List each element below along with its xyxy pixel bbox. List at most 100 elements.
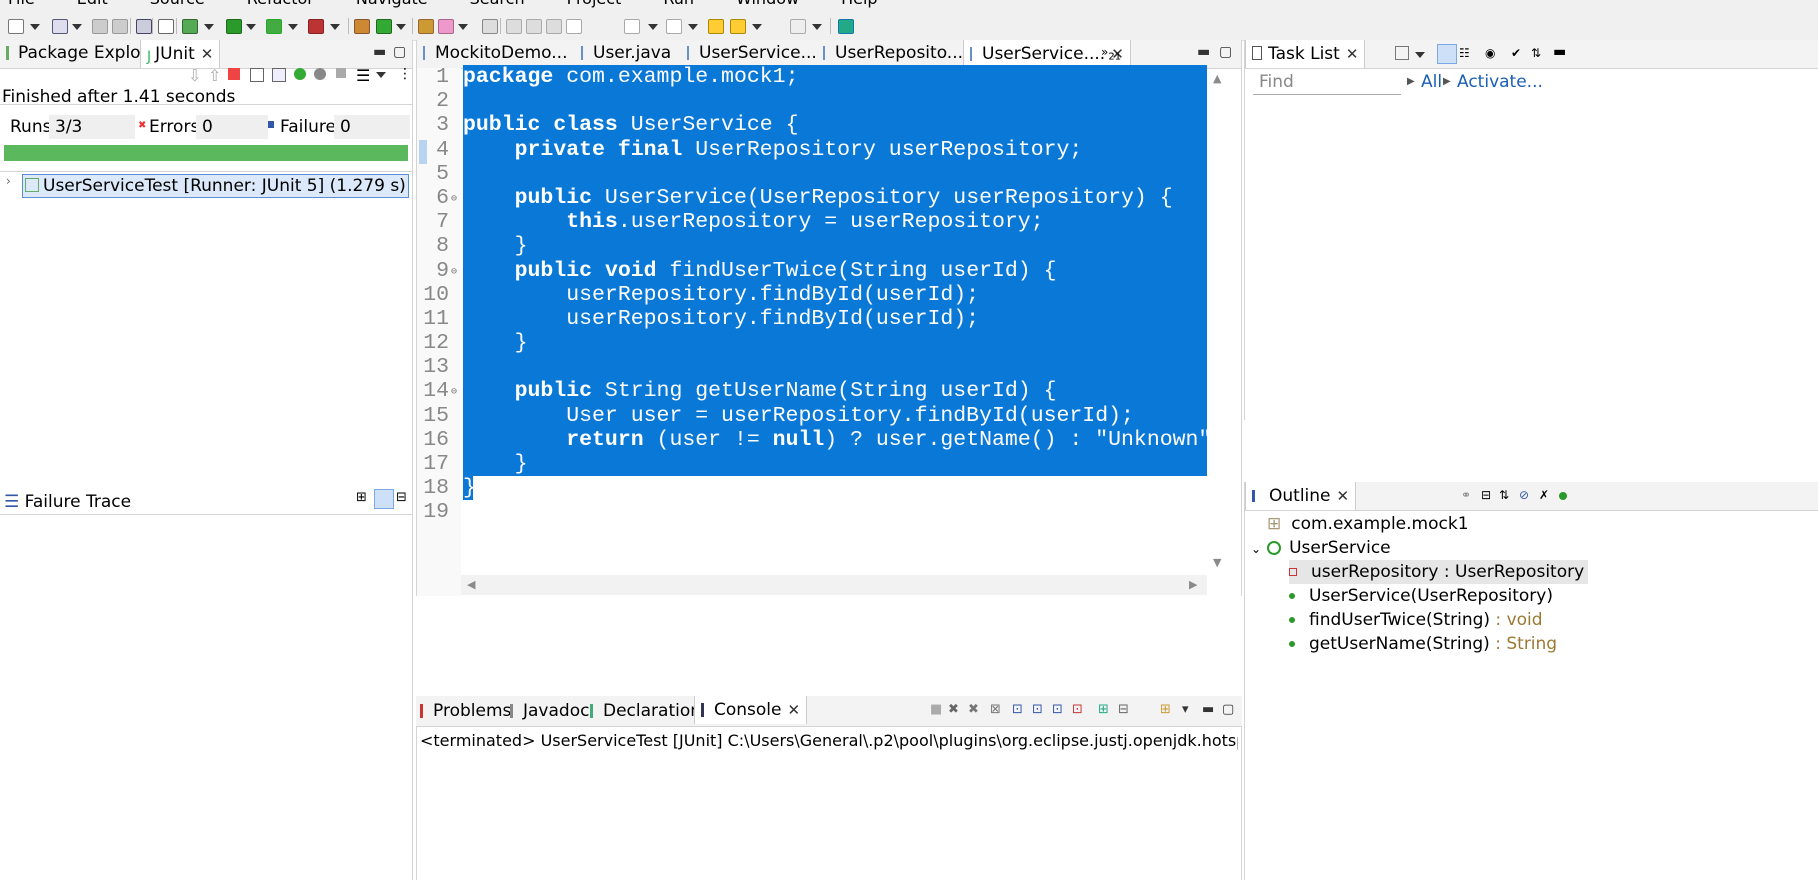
link-editor-icon[interactable]: ⚭: [1461, 488, 1471, 502]
tab-javadoc[interactable]: Javadoc: [510, 701, 589, 721]
menu-window[interactable]: Window: [736, 0, 799, 8]
search-icon[interactable]: [438, 19, 454, 34]
sync-icon[interactable]: ⇅: [1531, 46, 1541, 60]
hide-static-icon[interactable]: ✗: [1539, 488, 1549, 502]
menu-help[interactable]: Help: [841, 0, 877, 8]
scroll-up-icon[interactable]: ▲: [1213, 72, 1221, 85]
prev-annotation-icon[interactable]: [666, 19, 682, 34]
outline-member[interactable]: userRepository : UserRepository: [1289, 560, 1589, 584]
fold-collapse-icon[interactable]: ⊖: [451, 381, 457, 405]
toggle-mark-icon[interactable]: [506, 19, 522, 34]
next-annotation-icon[interactable]: [624, 19, 640, 34]
test-tree-node[interactable]: UserServiceTest [Runner: JUnit 5] (1.279…: [22, 174, 409, 198]
close-icon[interactable]: ✕: [201, 45, 214, 63]
show-stdout-icon[interactable]: ⊡: [1052, 702, 1063, 717]
minimize-icon[interactable]: ▬: [373, 44, 386, 60]
focus-icon[interactable]: ◉: [1485, 46, 1495, 60]
failures-only-icon[interactable]: [228, 68, 240, 80]
activate-link[interactable]: Activate...: [1457, 72, 1543, 92]
run-icon[interactable]: [226, 19, 242, 34]
copy-trace-icon[interactable]: ⊟: [396, 490, 407, 505]
maximize-icon[interactable]: ▢: [1219, 44, 1232, 60]
menu-search[interactable]: Search: [470, 0, 525, 8]
view-menu-icon[interactable]: ▾: [1182, 702, 1189, 717]
menu-edit[interactable]: Edit: [77, 0, 108, 8]
hide-fields-icon[interactable]: ⊘: [1519, 488, 1529, 502]
menu-source[interactable]: Source: [150, 0, 205, 8]
skipped-icon[interactable]: [250, 68, 264, 82]
outline-package[interactable]: ⊞ com.example.mock1: [1267, 512, 1469, 536]
scroll-lock-icon[interactable]: ⊡: [1012, 702, 1023, 717]
editor-tab-2[interactable]: User.java: [581, 43, 671, 63]
debug-dropdown-icon[interactable]: [204, 24, 214, 30]
minimize-icon[interactable]: ▬: [1202, 702, 1214, 717]
new-dropdown-icon[interactable]: [30, 24, 40, 30]
scroll-down-icon[interactable]: ▼: [1213, 556, 1221, 569]
display-console-icon[interactable]: ⊟: [1118, 702, 1129, 717]
tab-outline[interactable]: Outline ✕: [1245, 482, 1357, 510]
print-icon[interactable]: [136, 19, 152, 34]
close-icon[interactable]: ✕: [1337, 487, 1350, 505]
outline-member[interactable]: UserService(UserRepository): [1289, 584, 1553, 608]
view-menu-icon[interactable]: ⋮: [398, 66, 412, 82]
outline-member[interactable]: findUserTwice(String) : void: [1289, 608, 1543, 632]
new-class-icon[interactable]: [376, 19, 392, 34]
sort-icon[interactable]: ⇅: [1499, 488, 1509, 502]
tabs-overflow-button[interactable]: »21: [1101, 45, 1121, 62]
toggle-icon3[interactable]: [546, 19, 562, 34]
maximize-icon[interactable]: ▢: [1222, 702, 1234, 717]
tab-task-list[interactable]: Task List ✕: [1245, 40, 1366, 68]
tab-problems[interactable]: Problems: [420, 701, 511, 721]
hide-nonpublic-icon[interactable]: [1559, 492, 1567, 500]
all-link[interactable]: All: [1421, 72, 1442, 92]
word-wrap-icon[interactable]: ⊡: [1032, 702, 1043, 717]
hide-completed-icon[interactable]: ✔: [1511, 46, 1521, 60]
remove-launch-icon[interactable]: ✖: [948, 702, 959, 717]
new-task-icon[interactable]: [1395, 46, 1409, 60]
fold-collapse-icon[interactable]: ⊖: [451, 261, 457, 285]
debug-icon[interactable]: [182, 19, 198, 34]
minimize-icon[interactable]: ▬: [1197, 44, 1210, 60]
open-console-icon[interactable]: ⊞: [1160, 702, 1171, 717]
back-dropdown-icon[interactable]: [752, 24, 762, 30]
categorized-icon[interactable]: [1437, 44, 1457, 64]
menu-project[interactable]: Project: [567, 0, 622, 8]
save-all-icon[interactable]: [112, 19, 128, 34]
compare-icon[interactable]: ⊞: [356, 490, 367, 505]
show-whitespace-icon[interactable]: [566, 19, 582, 34]
find-input[interactable]: Find: [1253, 70, 1401, 95]
scroll-lock-icon[interactable]: [272, 68, 286, 82]
skip-breakpoints-icon[interactable]: [158, 19, 174, 34]
chevron-down-icon[interactable]: ⌄: [1251, 542, 1261, 556]
editor-horizontal-scrollbar[interactable]: ◀ ▶: [461, 575, 1207, 595]
open-task-icon[interactable]: [418, 19, 434, 34]
editor-tab-4[interactable]: UserReposito...: [823, 43, 963, 63]
close-icon[interactable]: ✕: [788, 701, 801, 719]
prev-annotation-dropdown-icon[interactable]: [688, 24, 698, 30]
editor-vertical-scrollbar[interactable]: ▲ ▼: [1207, 68, 1229, 576]
external-tools-icon[interactable]: [308, 19, 324, 34]
outline-member[interactable]: getUserName(String) : String: [1289, 632, 1557, 656]
history-icon[interactable]: ☰: [356, 66, 370, 85]
open-dropdown-icon[interactable]: [72, 24, 82, 30]
menu-file[interactable]: File: [8, 0, 35, 8]
minimize-icon[interactable]: ▬: [1553, 44, 1566, 60]
run-dropdown-icon[interactable]: [246, 24, 256, 30]
previous-failure-icon[interactable]: ⇧: [208, 66, 221, 85]
rerun-icon[interactable]: [294, 68, 306, 80]
filter-stack-icon[interactable]: [374, 489, 394, 509]
tab-junit[interactable]: J JUnit ✕: [140, 40, 221, 68]
remove-all-icon[interactable]: ✖: [968, 702, 979, 717]
history-dropdown-icon[interactable]: [376, 72, 386, 78]
expand-chevron-icon[interactable]: ›: [6, 174, 11, 188]
menu-refactor[interactable]: Refactor: [247, 0, 314, 8]
pin-editor-icon[interactable]: [838, 19, 854, 34]
rerun-failed-icon[interactable]: [314, 68, 326, 80]
new-class-dropdown-icon[interactable]: [396, 24, 406, 30]
clear-console-icon[interactable]: ⊠: [990, 702, 1001, 717]
editor-tab-3[interactable]: UserService...: [687, 43, 817, 63]
maximize-icon[interactable]: ▢: [393, 44, 406, 60]
collapse-all-icon[interactable]: ⊟: [1481, 488, 1491, 502]
scheduled-icon[interactable]: ☷: [1459, 46, 1470, 60]
close-icon[interactable]: ✕: [1346, 45, 1359, 63]
